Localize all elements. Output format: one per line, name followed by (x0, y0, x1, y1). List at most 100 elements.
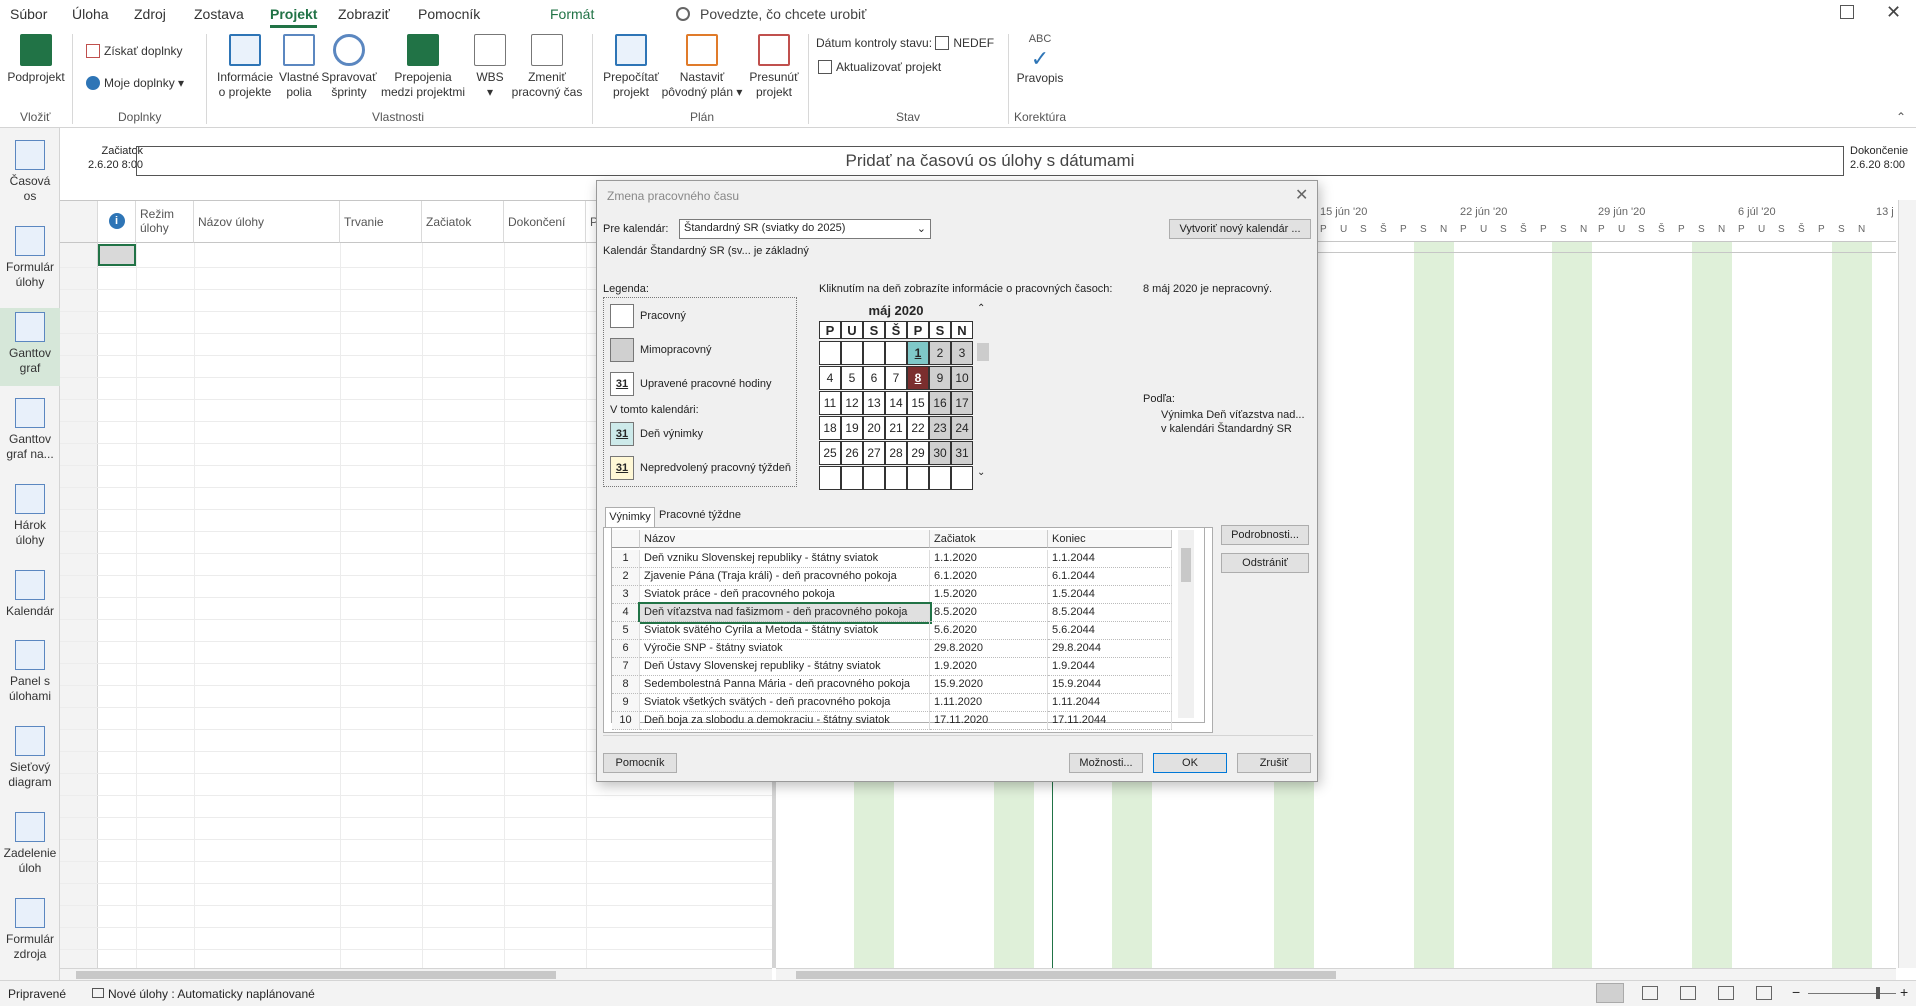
table-cell[interactable]: 17.11.2020 (930, 712, 1048, 730)
table-cell[interactable]: 1.1.2020 (930, 550, 1048, 568)
calendar-day[interactable]: 20 (863, 416, 885, 440)
view-formular-zdroja[interactable]: Formulár zdroja (0, 898, 60, 962)
scroll-thumb[interactable] (796, 971, 1336, 979)
pravopis-button[interactable]: ABC ✓ Pravopis (1012, 32, 1068, 86)
resource-sheet-shortcut-icon[interactable] (1718, 986, 1734, 1000)
help-button[interactable]: Pomocník (603, 753, 677, 773)
timeline-bar[interactable]: Pridať na časovú os úlohy s dátumami (136, 146, 1844, 176)
active-cell[interactable] (98, 244, 136, 266)
delete-button[interactable]: Odstrániť (1221, 553, 1309, 573)
menu-uloha[interactable]: Úloha (72, 6, 109, 22)
calendar-day[interactable] (863, 341, 885, 365)
calendar-day[interactable] (819, 341, 841, 365)
menu-projekt[interactable]: Projekt (270, 6, 318, 28)
table-cell[interactable]: 29.8.2020 (930, 640, 1048, 658)
chevron-down-icon[interactable]: ⌄ (977, 467, 985, 478)
calendar-day[interactable] (951, 466, 973, 490)
calendar-day[interactable]: 1 (907, 341, 929, 365)
info-column-header[interactable]: i (98, 201, 136, 243)
table-cell[interactable]: 1.1.2044 (1048, 550, 1172, 568)
col-trvanie[interactable]: Trvanie (340, 201, 422, 243)
calendar-day[interactable]: 27 (863, 441, 885, 465)
view-harok-ulohy[interactable]: Hárok úlohy (0, 484, 60, 548)
presunut-projekt-button[interactable]: Presunúť projekt (744, 34, 804, 100)
calendar-day[interactable]: 23 (929, 416, 951, 440)
wbs-button[interactable]: WBS ▾ (470, 34, 510, 100)
vlastne-polia-button[interactable]: Vlastné polia (276, 34, 322, 100)
table-cell[interactable]: 5.6.2044 (1048, 622, 1172, 640)
view-casova-os[interactable]: Časová os (0, 140, 60, 204)
ziskat-doplnky-button[interactable]: Získať doplnky (86, 44, 183, 58)
calendar-day[interactable]: 22 (907, 416, 929, 440)
menu-zostava[interactable]: Zostava (194, 6, 244, 22)
menu-subor[interactable]: Súbor (10, 6, 47, 22)
calendar-day[interactable]: 13 (863, 391, 885, 415)
table-cell[interactable]: Deň víťazstva nad fašizmom - deň pracovn… (638, 602, 932, 624)
tab-vynimky[interactable]: Výnimky (605, 507, 655, 527)
info-o-projekte-button[interactable]: Informácie o projekte (212, 34, 278, 100)
table-cell[interactable]: 1.11.2044 (1048, 694, 1172, 712)
view-ganttov-graf[interactable]: Ganttov graf (0, 308, 60, 386)
zmenit-pracovny-cas-button[interactable]: Zmeniť pracovný čas (510, 34, 584, 100)
zoom-slider-thumb[interactable] (1876, 987, 1880, 999)
ok-button[interactable]: OK (1153, 753, 1227, 773)
menu-format[interactable]: Formát (550, 6, 594, 22)
table-cell[interactable]: 29.8.2044 (1048, 640, 1172, 658)
calendar-day[interactable]: 25 (819, 441, 841, 465)
calendar-day[interactable] (907, 466, 929, 490)
table-cell[interactable]: 1.9.2020 (930, 658, 1048, 676)
calendar-day[interactable] (819, 466, 841, 490)
exceptions-column-header[interactable]: Začiatok (930, 530, 1048, 548)
calendar-day[interactable]: 10 (951, 366, 973, 390)
view-formular-ulohy[interactable]: Formulár úlohy (0, 226, 60, 290)
scroll-thumb[interactable] (1181, 548, 1191, 582)
table-cell[interactable]: 8.5.2044 (1048, 604, 1172, 622)
table-cell[interactable]: 1.11.2020 (930, 694, 1048, 712)
col-rezim-ulohy[interactable]: Režim úlohy (136, 201, 194, 243)
nastavit-povodny-plan-button[interactable]: Nastaviť pôvodný plán ▾ (660, 34, 744, 100)
calendar-day[interactable]: 28 (885, 441, 907, 465)
podprojekt-button[interactable]: Podprojekt (6, 34, 66, 85)
table-cell[interactable]: 1.9.2044 (1048, 658, 1172, 676)
view-panel-s-ulohami[interactable]: Panel s úlohami (0, 640, 60, 704)
tab-pracovne-tyzdne[interactable]: Pracovné týždne (659, 509, 741, 521)
col-zaciatok[interactable]: Začiatok (422, 201, 504, 243)
table-cell[interactable]: 15.9.2044 (1048, 676, 1172, 694)
report-shortcut-icon[interactable] (1756, 986, 1772, 1000)
calendar-day[interactable]: 16 (929, 391, 951, 415)
table-cell[interactable]: Deň Ústavy Slovenskej republiky - štátny… (640, 658, 930, 676)
select-all-corner[interactable] (60, 201, 98, 243)
calendar-day[interactable]: 17 (951, 391, 973, 415)
tell-me-box[interactable]: Povedzte, čo chcete urobiť (676, 6, 866, 22)
calendar-day[interactable] (885, 341, 907, 365)
table-cell[interactable]: 8.5.2020 (930, 604, 1048, 622)
calendar-day[interactable] (885, 466, 907, 490)
calendar-day[interactable]: 11 (819, 391, 841, 415)
calendar-day[interactable] (929, 466, 951, 490)
calendar-day[interactable]: 9 (929, 366, 951, 390)
moje-doplnky-button[interactable]: Moje doplnky ▾ (86, 76, 184, 90)
calendar-day[interactable]: 5 (841, 366, 863, 390)
close-icon[interactable]: ✕ (1886, 2, 1901, 23)
table-cell[interactable]: Zjavenie Pána (Traja králi) - deň pracov… (640, 568, 930, 586)
close-icon[interactable]: ✕ (1295, 185, 1308, 205)
zoom-in-icon[interactable]: + (1900, 984, 1908, 1000)
gantt-vertical-scrollbar[interactable] (1898, 200, 1916, 968)
zoom-slider[interactable] (1808, 993, 1896, 994)
cancel-button[interactable]: Zrušiť (1237, 753, 1311, 773)
calendar-day[interactable]: 18 (819, 416, 841, 440)
table-cell[interactable]: 6.1.2020 (930, 568, 1048, 586)
calendar-day[interactable] (841, 341, 863, 365)
zoom-out-icon[interactable]: − (1792, 984, 1800, 1000)
calendar-day[interactable]: 24 (951, 416, 973, 440)
new-calendar-button[interactable]: Vytvoriť nový kalendár ... (1169, 219, 1311, 239)
options-button[interactable]: Možnosti... (1069, 753, 1143, 773)
table-cell[interactable]: 5.6.2020 (930, 622, 1048, 640)
prepocitat-projekt-button[interactable]: Prepočítať projekt (598, 34, 664, 100)
calendar-scroll-thumb[interactable] (977, 343, 989, 361)
exceptions-corner[interactable] (612, 530, 640, 548)
menu-zdroj[interactable]: Zdroj (134, 6, 166, 22)
prepojenia-button[interactable]: Prepojenia medzi projektmi (378, 34, 468, 100)
calendar-day[interactable] (841, 466, 863, 490)
calendar-day[interactable]: 31 (951, 441, 973, 465)
